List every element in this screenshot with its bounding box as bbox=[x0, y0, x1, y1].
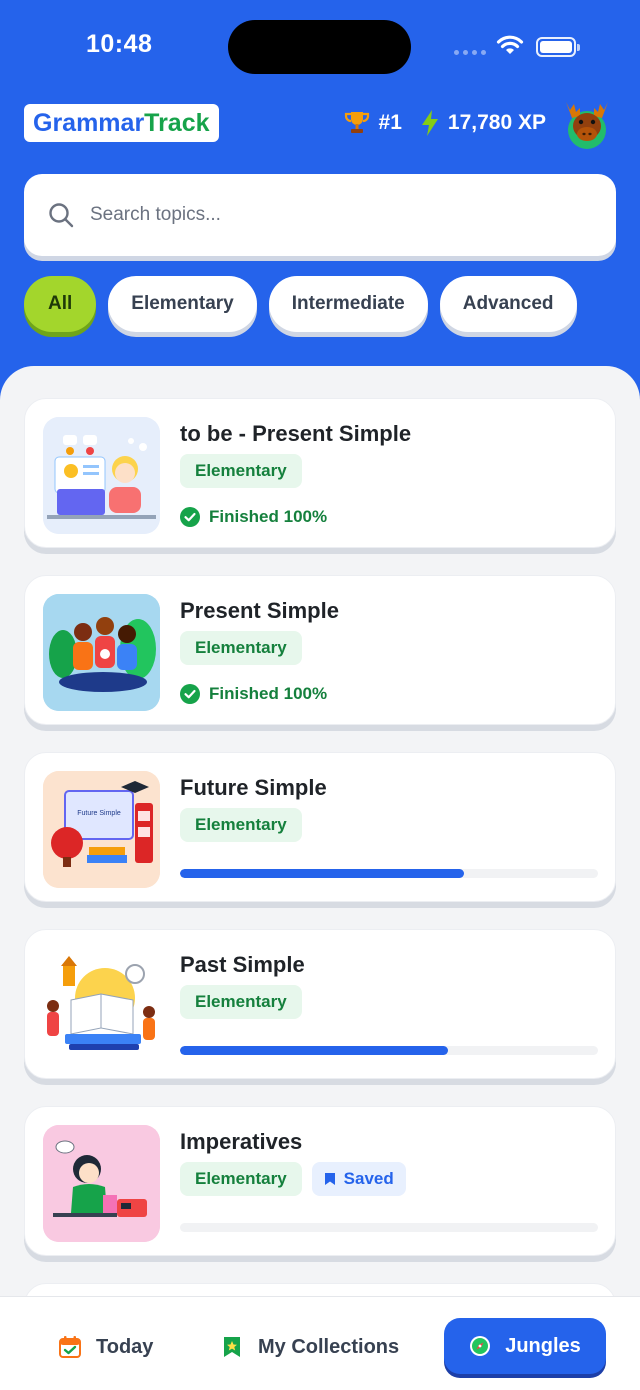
completion-text: Finished 100% bbox=[209, 684, 328, 703]
tab-jungles-label: Jungles bbox=[505, 1334, 581, 1357]
topic-title: to be - Present Simple bbox=[180, 421, 412, 446]
search-bar[interactable] bbox=[24, 174, 616, 256]
topic-illustration: Future Simple bbox=[43, 771, 160, 888]
calendar-check-icon bbox=[59, 1336, 81, 1358]
progress-fill bbox=[180, 869, 465, 878]
saved-badge[interactable]: Saved bbox=[311, 1162, 406, 1196]
topic-card[interactable]: Future Simple Future Simple Elementary bbox=[24, 752, 616, 902]
badge-row: Elementary bbox=[180, 631, 302, 665]
compass-icon bbox=[470, 1336, 491, 1356]
status-bar: 10:48 bbox=[0, 0, 640, 95]
progress-bar bbox=[180, 1223, 598, 1232]
progress-fill bbox=[180, 1046, 448, 1055]
completion-text: Finished 100% bbox=[209, 507, 328, 526]
topic-card[interactable]: Imperatives Elementary Saved bbox=[24, 1106, 616, 1256]
filter-advanced[interactable]: Advanced bbox=[439, 276, 577, 332]
status-time: 10:48 bbox=[86, 30, 153, 58]
tab-jungles[interactable]: Jungles bbox=[444, 1318, 606, 1374]
badge-row: Elementary Saved bbox=[180, 1162, 406, 1196]
battery-icon bbox=[536, 37, 580, 57]
rank-value: #1 bbox=[378, 111, 402, 134]
search-icon bbox=[49, 203, 74, 228]
topic-list-panel: to be - Present Simple Elementary Finish… bbox=[0, 366, 640, 1390]
level-badge: Elementary bbox=[180, 631, 302, 665]
level-filters: All Elementary Intermediate Advanced bbox=[24, 276, 577, 332]
tab-my-collections[interactable]: My Collections bbox=[220, 1321, 399, 1373]
search-input[interactable] bbox=[90, 204, 550, 226]
tab-today-label: Today bbox=[96, 1335, 154, 1358]
logo-text-track: Track bbox=[144, 108, 210, 137]
app-logo: Grammar Track bbox=[24, 104, 219, 142]
badge-row: Elementary bbox=[180, 808, 302, 842]
bookmark-star-icon bbox=[224, 1337, 240, 1357]
filter-intermediate[interactable]: Intermediate bbox=[268, 276, 428, 332]
level-badge: Elementary bbox=[180, 808, 302, 842]
topic-card[interactable]: to be - Present Simple Elementary Finish… bbox=[24, 398, 616, 548]
topic-illustration bbox=[43, 1125, 160, 1242]
filter-elementary[interactable]: Elementary bbox=[108, 276, 257, 332]
progress-bar bbox=[180, 1046, 598, 1055]
filter-all[interactable]: All bbox=[24, 276, 97, 332]
xp-value: 17,780 XP bbox=[447, 111, 546, 134]
topic-illustration bbox=[43, 948, 160, 1065]
topic-illustration bbox=[43, 594, 160, 711]
trophy-icon bbox=[344, 112, 369, 133]
wifi-icon bbox=[496, 35, 524, 54]
topic-title: Past Simple bbox=[180, 952, 305, 977]
bookmark-icon bbox=[324, 1173, 335, 1185]
level-badge: Elementary bbox=[180, 985, 302, 1019]
moose-avatar-icon[interactable] bbox=[560, 96, 614, 150]
tab-today[interactable]: Today bbox=[58, 1321, 153, 1373]
completion-status: Finished 100% bbox=[180, 684, 327, 704]
header-stats: #1 17,780 XP bbox=[343, 96, 614, 150]
topic-card[interactable]: Past Simple Elementary bbox=[24, 929, 616, 1079]
saved-label: Saved bbox=[343, 1169, 394, 1188]
level-badge: Elementary bbox=[180, 454, 302, 488]
xp-stat[interactable]: 17,780 XP bbox=[420, 109, 546, 137]
tab-collections-label: My Collections bbox=[258, 1335, 400, 1358]
completion-status: Finished 100% bbox=[180, 507, 327, 527]
lightning-icon bbox=[421, 110, 438, 136]
thumb-future-simple-text: Future Simple bbox=[77, 810, 121, 817]
rank-stat[interactable]: #1 bbox=[343, 110, 402, 136]
topic-card[interactable]: Present Simple Elementary Finished 100% bbox=[24, 575, 616, 725]
check-circle-icon bbox=[180, 507, 200, 527]
cellular-signal-icon bbox=[454, 50, 486, 55]
topic-title: Imperatives bbox=[180, 1129, 303, 1154]
logo-text-grammar: Grammar bbox=[33, 108, 145, 137]
topic-illustration bbox=[43, 417, 160, 534]
dynamic-island bbox=[228, 20, 411, 74]
level-badge: Elementary bbox=[180, 1162, 302, 1196]
check-circle-icon bbox=[180, 684, 200, 704]
badge-row: Elementary bbox=[180, 454, 302, 488]
badge-row: Elementary bbox=[180, 985, 302, 1019]
progress-bar bbox=[180, 869, 598, 878]
topic-title: Present Simple bbox=[180, 598, 339, 623]
bottom-tab-bar: Today My Collections Jungles bbox=[0, 1296, 640, 1390]
topic-title: Future Simple bbox=[180, 775, 327, 800]
